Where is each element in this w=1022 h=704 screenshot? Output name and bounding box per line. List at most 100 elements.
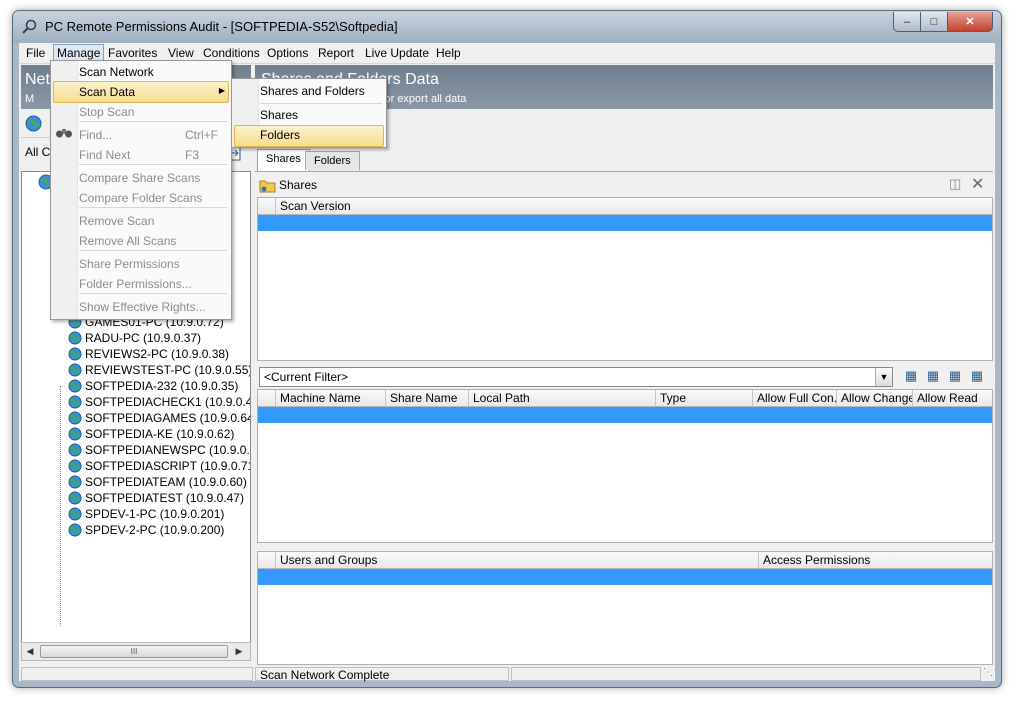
col-machine-name[interactable]: Machine Name (276, 390, 386, 406)
manage-menu-item-label: Show Effective Rights... (79, 300, 206, 314)
manage-menu-item-shortcut: Ctrl+F (185, 128, 218, 142)
chevron-right-icon: ▶ (218, 86, 225, 95)
chevron-down-icon[interactable]: ▼ (875, 368, 892, 386)
submenu-separator (260, 103, 382, 104)
menu-conditions[interactable]: Conditions (200, 45, 263, 61)
shares-section-label: Shares (279, 178, 318, 192)
tree-node-computer[interactable]: SOFTPEDIA-232 (10.9.0.35) (68, 378, 238, 394)
computer-globe-icon (68, 459, 82, 473)
submenu-highlight (234, 125, 384, 147)
menu-view[interactable]: View (165, 45, 197, 61)
tree-node-computer[interactable]: SOFTPEDIANEWSPC (10.9.0.32 (68, 442, 251, 458)
menu-live-update[interactable]: Live Update (362, 45, 432, 61)
manage-menu-item-label: Find Next (79, 148, 131, 162)
permissions-grid-header: Users and Groups Access Permissions (258, 552, 992, 569)
tab-folders[interactable]: Folders (305, 151, 360, 170)
col-allow-change[interactable]: Allow Change (837, 390, 913, 406)
menu-separator (79, 250, 227, 251)
scroll-right-icon[interactable]: ▶ (232, 644, 246, 658)
tree-horizontal-scrollbar[interactable]: ◀ III ▶ (21, 642, 251, 661)
computer-globe-icon (68, 363, 82, 377)
window-title: PC Remote Permissions Audit - [SOFTPEDIA… (45, 19, 398, 34)
tree-node-computer[interactable]: SOFTPEDIACHECK1 (10.9.0.48) (68, 394, 250, 410)
manage-menu-item: Folder Permissions... (79, 275, 192, 293)
filter-add-icon[interactable]: ▦ (901, 366, 921, 386)
menu-options[interactable]: Options (264, 45, 311, 61)
submenu-shares[interactable]: Shares (260, 106, 298, 124)
tab-shares[interactable]: Shares (257, 149, 310, 171)
permissions-grid[interactable]: Users and Groups Access Permissions (257, 551, 993, 665)
col-allow-full-control[interactable]: Allow Full Con... (753, 390, 837, 406)
network-pane-subtitle: M (25, 93, 35, 105)
computer-globe-icon (68, 331, 82, 345)
col-access-permissions[interactable]: Access Permissions (759, 552, 992, 568)
manage-menu-item-label: Compare Folder Scans (79, 191, 203, 205)
shares-grid-selected-row[interactable] (258, 407, 992, 423)
menu-report[interactable]: Report (315, 45, 357, 61)
current-filter-dropdown[interactable]: <Current Filter> ▼ (259, 367, 893, 387)
tree-node-computer[interactable]: REVIEWSTEST-PC (10.9.0.55) (68, 362, 250, 378)
tree-node-label: SOFTPEDIANEWSPC (10.9.0.32 (85, 443, 251, 457)
computer-globe-icon (68, 347, 82, 361)
close-panel-icon[interactable]: ✕ (971, 174, 984, 194)
tree-node-computer[interactable]: SPDEV-1-PC (10.9.0.201) (68, 506, 224, 522)
manage-menu-item-shortcut: F3 (185, 148, 200, 162)
filter-edit-icon[interactable]: ▦ (923, 366, 943, 386)
col-allow-read[interactable]: Allow Read (913, 390, 992, 406)
computer-globe-icon (68, 523, 82, 537)
menu-separator (79, 164, 227, 165)
tree-node-computer[interactable]: REVIEWS2-PC (10.9.0.38) (68, 346, 229, 362)
submenu-folders[interactable]: Folders (260, 126, 300, 144)
col-scan-version[interactable]: Scan Version (276, 198, 992, 214)
computer-globe-icon (68, 491, 82, 505)
manage-menu-item: Remove Scan (79, 212, 154, 230)
col-local-path[interactable]: Local Path (469, 390, 656, 406)
row-indicator-col (258, 552, 276, 568)
tree-node-computer[interactable]: SPDEV-2-PC (10.9.0.200) (68, 522, 224, 538)
scan-data-submenu: Shares and Folders Shares Folders (231, 78, 387, 148)
scan-grid-selected-row[interactable] (258, 215, 992, 231)
manage-menu-item-label: Share Permissions (79, 257, 180, 271)
manage-menu-item[interactable]: Scan Data (79, 83, 135, 101)
filter-apply-icon[interactable]: ▦ (967, 366, 987, 386)
undock-icon[interactable]: ◫ (949, 176, 961, 192)
col-users-and-groups[interactable]: Users and Groups (276, 552, 759, 568)
tree-node-computer[interactable]: SOFTPEDIASCRIPT (10.9.0.71) (68, 458, 250, 474)
menu-favorites[interactable]: Favorites (105, 45, 160, 61)
tree-node-label: SOFTPEDIA-KE (10.9.0.62) (85, 427, 235, 441)
scroll-left-icon[interactable]: ◀ (23, 644, 37, 658)
menu-file[interactable]: File (23, 45, 48, 61)
globe-icon[interactable] (25, 115, 42, 132)
close-button[interactable]: ✕ (947, 12, 993, 32)
status-extra (511, 667, 981, 681)
manage-menu-item[interactable]: Scan Network (79, 63, 154, 81)
computer-globe-icon (68, 443, 82, 457)
resize-grip-icon[interactable]: ⋱ (983, 667, 993, 678)
scan-version-grid[interactable]: Scan Version (257, 197, 993, 361)
title-bar[interactable]: PC Remote Permissions Audit - [SOFTPEDIA… (13, 11, 1001, 43)
filter-remove-icon[interactable]: ▦ (945, 366, 965, 386)
manage-menu-item: Find Next F3 (79, 146, 199, 164)
manage-menu-item-label: Folder Permissions... (79, 277, 192, 291)
minimize-button[interactable]: – (893, 12, 921, 32)
maximize-button[interactable]: □ (920, 12, 948, 32)
manage-menu-item-label: Compare Share Scans (79, 171, 201, 185)
tree-node-computer[interactable]: SOFTPEDIATEST (10.9.0.47) (68, 490, 244, 506)
manage-menu-item-label: Find... (79, 128, 113, 142)
tree-node-computer[interactable]: SOFTPEDIA-KE (10.9.0.62) (68, 426, 234, 442)
col-type[interactable]: Type (656, 390, 753, 406)
submenu-shares-and-folders[interactable]: Shares and Folders (260, 82, 365, 100)
status-bar: Scan Network Complete ⋱ (19, 667, 995, 682)
tree-node-label: SOFTPEDIA-232 (10.9.0.35) (85, 379, 239, 393)
shares-grid[interactable]: Machine Name Share Name Local Path Type … (257, 389, 993, 543)
col-share-name[interactable]: Share Name (386, 390, 469, 406)
tree-node-computer[interactable]: RADU-PC (10.9.0.37) (68, 330, 201, 346)
tree-connector (60, 386, 61, 626)
close-icon: ✕ (965, 16, 975, 28)
tree-node-computer[interactable]: SOFTPEDIATEAM (10.9.0.60) (68, 474, 247, 490)
current-filter-value: <Current Filter> (264, 370, 349, 384)
menu-help[interactable]: Help (433, 45, 464, 61)
scroll-thumb[interactable]: III (40, 645, 228, 658)
tree-node-computer[interactable]: SOFTPEDIAGAMES (10.9.0.64) (68, 410, 250, 426)
permissions-grid-selected-row[interactable] (258, 569, 992, 585)
